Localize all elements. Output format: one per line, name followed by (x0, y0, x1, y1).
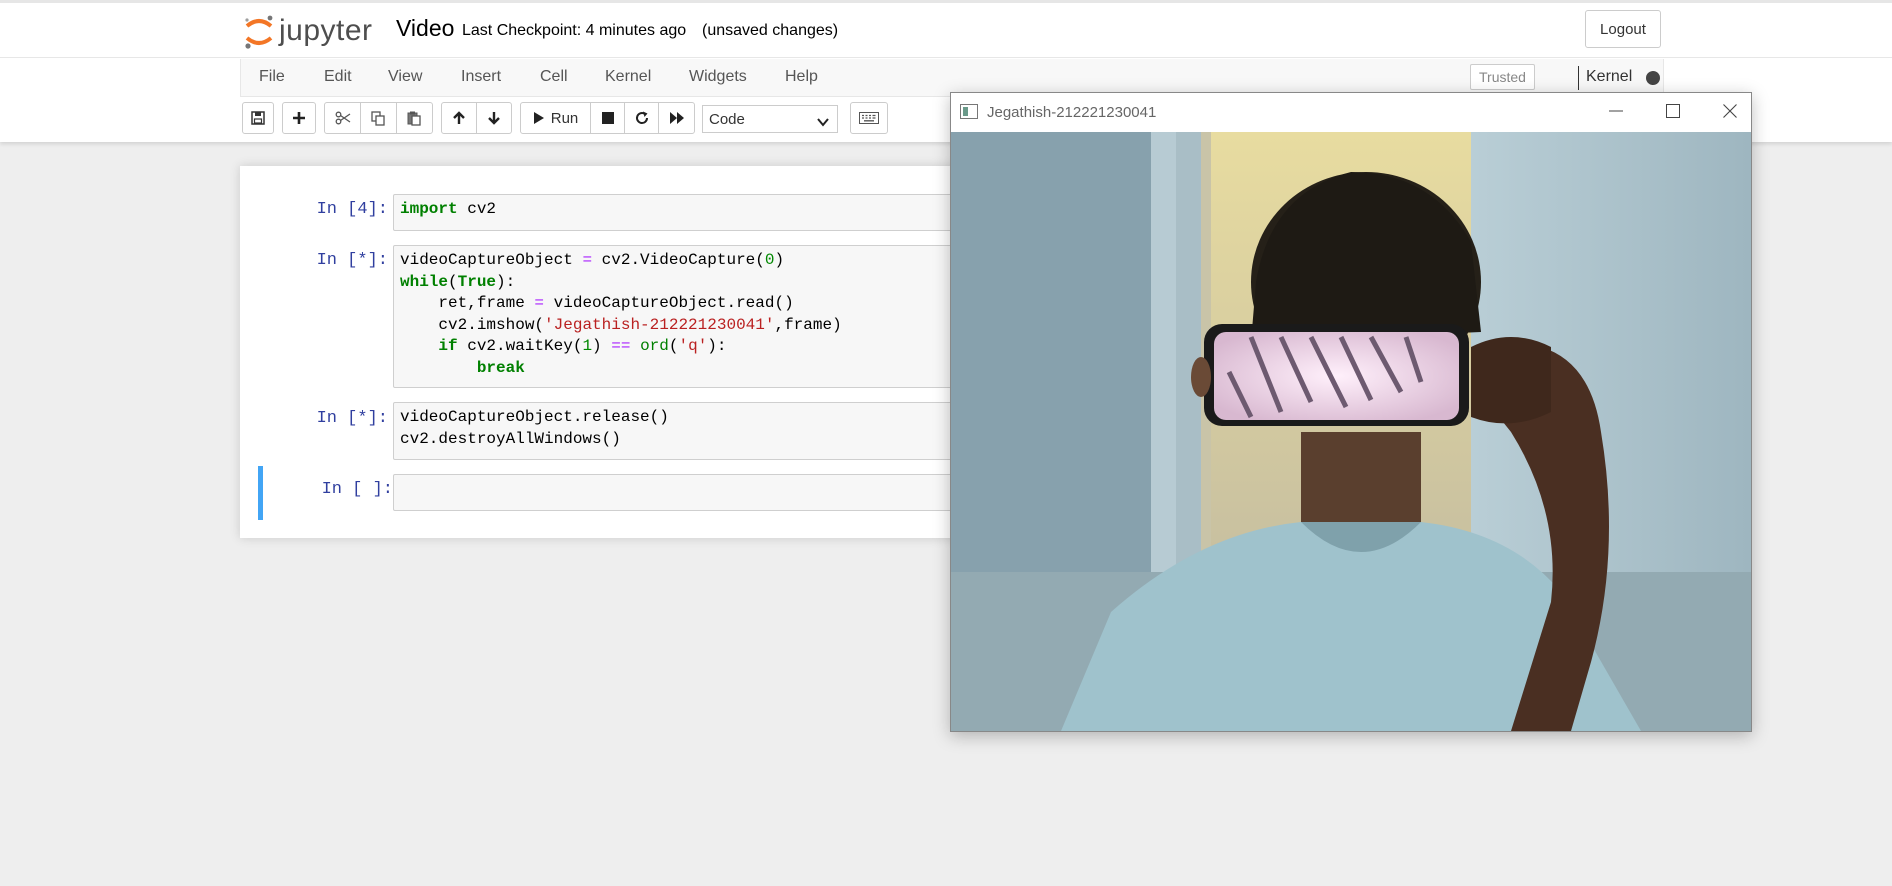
kernel-busy-indicator-icon (1646, 71, 1660, 85)
save-icon (251, 111, 265, 125)
cell-type-select[interactable]: Code (702, 105, 838, 133)
cell-prompt: In [ ]: (321, 480, 393, 499)
autosave-status: (unsaved changes) (702, 22, 839, 39)
chevron-down-icon (817, 114, 829, 131)
menu-cell[interactable]: Cell (540, 68, 568, 86)
copy-button[interactable] (360, 102, 397, 134)
play-icon (533, 111, 545, 125)
window-title: Jegathish-212221230041 (987, 104, 1157, 121)
refresh-icon (635, 111, 649, 125)
checkpoint-status: Last Checkpoint: 4 minutes ago (462, 22, 687, 39)
menu-kernel[interactable]: Kernel (605, 68, 651, 86)
cell-type-value: Code (709, 110, 745, 128)
paste-icon (407, 111, 422, 126)
interrupt-button[interactable] (590, 102, 625, 134)
minimize-icon[interactable] (1601, 104, 1631, 122)
cell-prompt: In [*]: (316, 409, 388, 428)
menu-insert[interactable]: Insert (461, 68, 501, 86)
header-row: jupyter Video Last Checkpoint: 4 minutes… (0, 3, 1892, 58)
opencv-window[interactable]: Jegathish-212221230041 (950, 92, 1752, 732)
logout-button[interactable]: Logout (1585, 10, 1661, 48)
fast-forward-icon (669, 111, 685, 125)
move-down-button[interactable] (476, 102, 512, 134)
arrow-up-icon (452, 111, 466, 125)
paste-button[interactable] (396, 102, 433, 134)
webcam-frame-image (951, 132, 1751, 731)
menu-help[interactable]: Help (785, 68, 818, 86)
cut-button[interactable] (324, 102, 361, 134)
maximize-icon[interactable] (1658, 104, 1688, 122)
save-button[interactable] (242, 102, 274, 134)
keyboard-icon (859, 112, 879, 124)
move-up-button[interactable] (441, 102, 477, 134)
cell-prompt: In [4]: (316, 200, 388, 219)
close-icon[interactable] (1715, 104, 1745, 122)
insert-cell-button[interactable] (282, 102, 316, 134)
arrow-down-icon (487, 111, 501, 125)
scissors-icon (335, 111, 351, 125)
jupyter-logo-icon (243, 12, 275, 50)
run-button[interactable]: Run (520, 102, 591, 134)
cell-prompt: In [*]: (316, 251, 388, 270)
notebook-name[interactable]: Video (396, 15, 454, 42)
kernel-label: Kernel (1586, 68, 1633, 85)
window-titlebar[interactable]: Jegathish-212221230041 (951, 93, 1751, 132)
menu-file[interactable]: File (259, 68, 285, 86)
menu-widgets[interactable]: Widgets (689, 68, 747, 86)
logo-text: jupyter (279, 14, 373, 47)
trusted-badge[interactable]: Trusted (1470, 64, 1535, 90)
stop-icon (601, 112, 614, 124)
restart-run-all-button[interactable] (658, 102, 695, 134)
plus-icon (292, 111, 306, 125)
menu-edit[interactable]: Edit (324, 68, 352, 86)
restart-kernel-button[interactable] (624, 102, 659, 134)
jupyter-logo[interactable]: jupyter (243, 11, 373, 51)
window-app-icon (960, 104, 978, 124)
kernel-divider (1578, 66, 1579, 90)
menu-view[interactable]: View (388, 68, 422, 86)
copy-icon (371, 110, 386, 126)
command-palette-button[interactable] (850, 102, 888, 134)
run-label: Run (550, 109, 579, 127)
